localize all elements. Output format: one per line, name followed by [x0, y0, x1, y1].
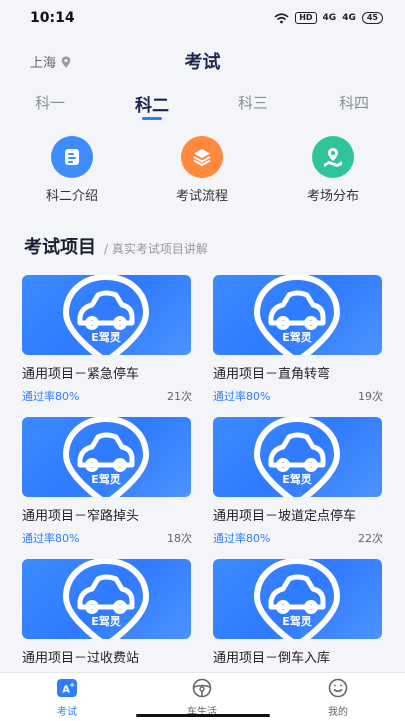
quick-process[interactable]: 考试流程 [147, 136, 257, 204]
signal-icon-2: 4G [342, 13, 356, 23]
tab-subject-1[interactable]: 科一 [20, 92, 80, 113]
card-image: E驾灵 [22, 559, 191, 639]
status-time: 10:14 [30, 10, 75, 26]
attempt-count: 19次 [358, 390, 383, 403]
app-logo-icon: E驾灵 [253, 417, 341, 497]
quick-process-label: 考试流程 [175, 189, 228, 204]
quick-venues[interactable]: 考场分布 [278, 136, 388, 204]
section-title: 考试项目 [24, 237, 96, 258]
card-image: E驾灵 [213, 559, 382, 639]
exam-icon: A + [57, 679, 77, 697]
section-header: 考试项目 / 真实考试项目讲解 [24, 233, 208, 259]
quick-entries: 科二介绍 考试流程 考场分布 [0, 136, 405, 206]
svg-text:E驾灵: E驾灵 [282, 330, 313, 344]
card-image: E驾灵 [213, 275, 382, 355]
battery-icon: 45 [361, 12, 383, 24]
document-icon [51, 136, 93, 178]
attempt-count: 21次 [167, 390, 192, 403]
card-title: 通用项目－过收费站 [22, 651, 140, 666]
header: 上海 考试 [0, 36, 405, 82]
tab-indicator [142, 117, 162, 120]
map-icon [312, 136, 354, 178]
quick-intro[interactable]: 科二介绍 [17, 136, 127, 204]
svg-text:E驾灵: E驾灵 [282, 614, 313, 628]
subject-tabs: 科一 科二 科三 科四 [0, 86, 405, 122]
quick-venues-label: 考场分布 [306, 189, 359, 204]
smiley-icon [328, 678, 348, 698]
nav-mine[interactable]: 我的 [298, 678, 378, 718]
attempt-count: 18次 [167, 532, 192, 545]
layers-icon [181, 136, 223, 178]
steering-wheel-icon [192, 678, 212, 698]
card-title: 通用项目－紧急停车 [22, 367, 140, 382]
nav-exam[interactable]: A + 考试 [27, 678, 107, 718]
quick-intro-label: 科二介绍 [45, 189, 98, 204]
exam-item-card[interactable]: E驾灵 通用项目－坡道定点停车 通过率80% 22次 [213, 417, 383, 546]
card-image: E驾灵 [22, 417, 191, 497]
card-title: 通用项目－坡道定点停车 [213, 509, 357, 524]
attempt-count: 22次 [358, 532, 383, 545]
nav-exam-label: 考试 [57, 707, 77, 718]
page-title: 考试 [184, 52, 221, 73]
status-icons: HD 4G 4G 45 [274, 12, 383, 24]
app-logo-icon: E驾灵 [62, 417, 150, 497]
nav-car-life[interactable]: 车生活 [162, 678, 242, 718]
exam-item-card[interactable]: E驾灵 通用项目－倒车入库 [213, 559, 383, 666]
exam-item-card[interactable]: E驾灵 通用项目－过收费站 [22, 559, 192, 666]
svg-text:E驾灵: E驾灵 [282, 472, 313, 486]
card-meta: 通过率80% 22次 [213, 530, 383, 546]
exam-item-card[interactable]: E驾灵 通用项目－直角转弯 通过率80% 19次 [213, 275, 383, 404]
card-title: 通用项目－窄路掉头 [22, 509, 140, 524]
card-meta: 通过率80% 19次 [213, 388, 383, 404]
home-indicator [136, 714, 270, 717]
app-logo-icon: E驾灵 [253, 559, 341, 639]
tab-subject-4[interactable]: 科四 [324, 92, 384, 113]
svg-text:E驾灵: E驾灵 [91, 330, 122, 344]
card-meta: 通过率80% 18次 [22, 530, 192, 546]
exam-item-card[interactable]: E驾灵 通用项目－窄路掉头 通过率80% 18次 [22, 417, 192, 546]
pass-rate: 通过率80% [213, 390, 271, 403]
exam-item-card[interactable]: E驾灵 通用项目－紧急停车 通过率80% 21次 [22, 275, 192, 404]
hd-badge: HD [295, 12, 317, 24]
card-title: 通用项目－直角转弯 [213, 367, 331, 382]
card-image: E驾灵 [22, 275, 191, 355]
nav-mine-label: 我的 [328, 707, 348, 718]
app-logo-icon: E驾灵 [253, 275, 341, 355]
signal-icon: 4G [322, 13, 337, 23]
tab-subject-3[interactable]: 科三 [223, 92, 283, 113]
tab-subject-2[interactable]: 科二 [122, 91, 182, 116]
svg-text:E驾灵: E驾灵 [91, 472, 122, 486]
svg-text:E驾灵: E驾灵 [91, 614, 122, 628]
app-logo-icon: E驾灵 [62, 275, 150, 355]
pass-rate: 通过率80% [22, 532, 80, 545]
svg-text:+: + [69, 681, 75, 689]
card-image: E驾灵 [213, 417, 382, 497]
section-subtitle: / 真实考试项目讲解 [104, 242, 208, 256]
status-bar: 10:14 HD 4G 4G 45 [0, 0, 405, 36]
pass-rate: 通过率80% [213, 532, 271, 545]
app-logo-icon: E驾灵 [62, 559, 150, 639]
card-meta: 通过率80% 21次 [22, 388, 192, 404]
pass-rate: 通过率80% [22, 390, 80, 403]
card-title: 通用项目－倒车入库 [213, 651, 331, 666]
wifi-icon [274, 12, 289, 23]
